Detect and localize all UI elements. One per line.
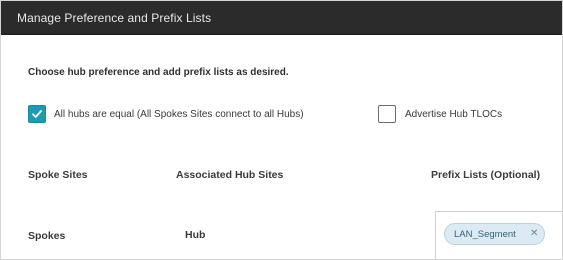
prefix-list-chip-label: LAN_Segment xyxy=(454,229,516,240)
all-hubs-equal-label[interactable]: All hubs are equal (All Spokes Sites con… xyxy=(54,109,304,120)
advertise-hub-tlocs-label[interactable]: Advertise Hub TLOCs xyxy=(405,109,502,120)
prefix-list-multiselect[interactable]: LAN_Segment ✕ xyxy=(435,211,562,259)
column-header-prefix-lists: Prefix Lists (Optional) xyxy=(431,169,541,181)
all-hubs-equal-checkbox[interactable] xyxy=(28,105,46,123)
spoke-site-name: Spokes xyxy=(28,230,66,242)
dialog-title: Manage Preference and Prefix Lists xyxy=(17,11,212,25)
instruction-text: Choose hub preference and add prefix lis… xyxy=(28,67,289,78)
prefix-list-chip[interactable]: LAN_Segment ✕ xyxy=(444,223,545,245)
close-icon[interactable]: ✕ xyxy=(530,228,538,240)
column-header-associated-hub-sites: Associated Hub Sites xyxy=(176,169,284,181)
check-icon xyxy=(32,110,42,118)
advertise-hub-tlocs-checkbox[interactable] xyxy=(378,105,396,123)
dialog-title-bar: Manage Preference and Prefix Lists xyxy=(1,1,562,35)
associated-hub-select[interactable]: Hub xyxy=(169,216,435,246)
associated-hub-value: Hub xyxy=(185,229,206,241)
manage-preference-dialog: Manage Preference and Prefix Lists Choos… xyxy=(0,0,563,260)
column-header-spoke-sites: Spoke Sites xyxy=(28,169,88,181)
